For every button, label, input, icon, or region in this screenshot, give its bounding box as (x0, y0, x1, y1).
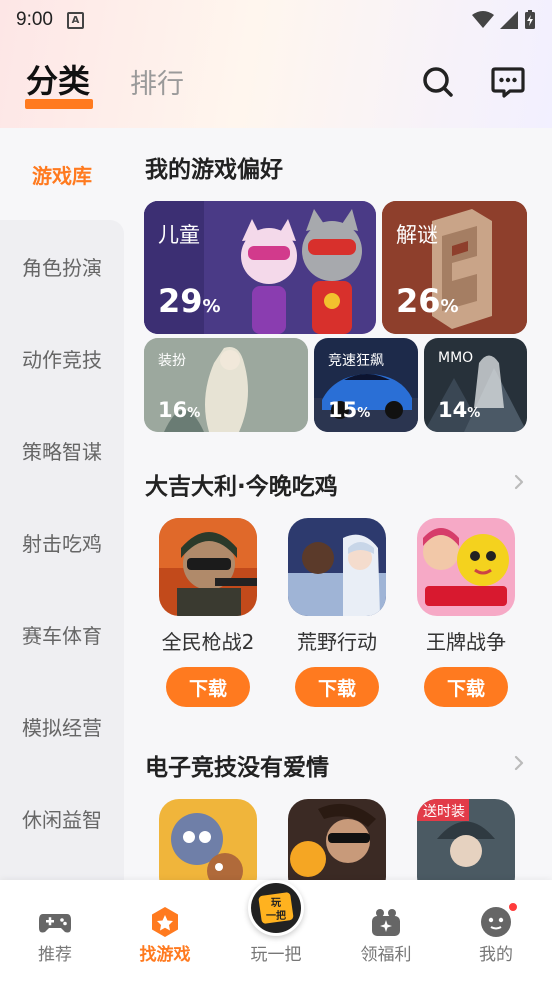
pref-percent: 15% (328, 398, 371, 422)
gamepad-icon (39, 914, 71, 933)
gift-icon (372, 909, 400, 936)
game-name: 荒野行动 (297, 630, 377, 654)
nav-label: 找游戏 (139, 945, 191, 965)
svg-text:一把: 一把 (266, 909, 286, 922)
message-icon[interactable] (488, 62, 528, 102)
sidebar-item-game-library[interactable]: 游戏库 (0, 128, 124, 220)
nav-label: 玩一把 (250, 945, 302, 965)
section-chicken-title[interactable]: 大吉大利·今晚吃鸡 (145, 467, 338, 501)
game-card[interactable]: 荒野行动 下载 (287, 518, 387, 707)
pref-percent: 26% (396, 282, 459, 320)
nav-rewards[interactable]: 领福利 (331, 880, 441, 982)
pref-card-racing[interactable]: 竞速狂飙 15% (314, 338, 418, 432)
status-bar: 9:00 A (0, 0, 552, 40)
nav-label: 我的 (479, 945, 513, 965)
sidebar-item-rpg[interactable]: 角色扮演 (0, 220, 124, 312)
pref-label: 儿童 (158, 223, 200, 247)
game-card[interactable]: 全民枪战2 下载 (158, 518, 258, 707)
ace-war-game-art (417, 518, 515, 616)
game-name: 全民枪战2 (161, 630, 255, 654)
sidebar-item-shooter[interactable]: 射击吃鸡 (0, 496, 124, 588)
nav-find-games[interactable]: 找游戏 (110, 880, 220, 982)
bottom-navigation: 推荐 找游戏 玩一把 领福利 我的 玩 一把 (0, 880, 552, 982)
download-button[interactable]: 下载 (424, 667, 508, 707)
wilderness-game-art (288, 518, 386, 616)
game-icon[interactable] (417, 518, 515, 616)
category-sidebar: 游戏库 角色扮演 动作竞技 策略智谋 射击吃鸡 赛车体育 模拟经营 休闲益智 (0, 128, 124, 880)
download-button[interactable]: 下载 (166, 667, 250, 707)
play-logo-icon: 玩 一把 (258, 892, 294, 924)
svg-text:玩: 玩 (271, 897, 281, 909)
sidebar-item-strategy[interactable]: 策略智谋 (0, 404, 124, 496)
sidebar-item-casual[interactable]: 休闲益智 (0, 772, 124, 864)
top-header: 分类 排行 (0, 52, 552, 112)
nav-label: 领福利 (360, 945, 412, 965)
status-time: 9:00 (16, 9, 53, 30)
battery-icon (525, 10, 535, 29)
pref-card-mmo[interactable]: MMO 14% (424, 338, 527, 432)
find-games-icon (152, 907, 178, 937)
notification-badge (507, 901, 519, 913)
status-icons (472, 10, 536, 30)
download-button[interactable]: 下载 (295, 667, 379, 707)
soldier-game-art (159, 518, 257, 616)
pref-card-dressup[interactable]: 装扮 16% (144, 338, 308, 432)
notification-icon: A (66, 11, 84, 29)
pref-card-kids[interactable]: 儿童 29% (144, 201, 376, 334)
game-name: 王牌战争 (426, 630, 506, 654)
sidebar-item-racing-sports[interactable]: 赛车体育 (0, 588, 124, 680)
section-esports-title[interactable]: 电子竞技没有爱情 (145, 748, 329, 782)
pref-percent: 14% (438, 398, 481, 422)
sidebar-item-action[interactable]: 动作竞技 (0, 312, 124, 404)
nav-label: 推荐 (38, 945, 72, 965)
pref-label: 竞速狂飙 (328, 353, 384, 369)
chevron-right-icon[interactable] (510, 473, 528, 491)
pref-card-puzzle[interactable]: 解谜 26% (382, 201, 527, 334)
nav-mine[interactable]: 我的 (441, 880, 551, 982)
wifi-icon (472, 11, 494, 28)
sidebar-item-simulation[interactable]: 模拟经营 (0, 680, 124, 772)
game-icon[interactable] (159, 518, 257, 616)
signal-icon (500, 11, 518, 29)
pref-percent: 29% (158, 282, 221, 320)
pref-percent: 16% (158, 398, 201, 422)
promo-badge: 送时装 (423, 804, 465, 820)
active-tab-indicator (25, 99, 93, 109)
preferences-title: 我的游戏偏好 (145, 157, 283, 183)
tab-ranking[interactable]: 排行 (130, 62, 184, 101)
tab-category[interactable]: 分类 (26, 56, 90, 102)
nav-recommend[interactable]: 推荐 (0, 880, 110, 982)
play-center-button[interactable]: 玩 一把 (248, 880, 304, 936)
game-card[interactable]: 王牌战争 下载 (416, 518, 516, 707)
pref-label: 解谜 (396, 223, 438, 247)
game-icon[interactable] (288, 518, 386, 616)
chevron-right-icon[interactable] (510, 754, 528, 772)
pref-label: MMO (438, 350, 474, 366)
pref-label: 装扮 (158, 353, 186, 369)
search-icon[interactable] (418, 62, 458, 102)
